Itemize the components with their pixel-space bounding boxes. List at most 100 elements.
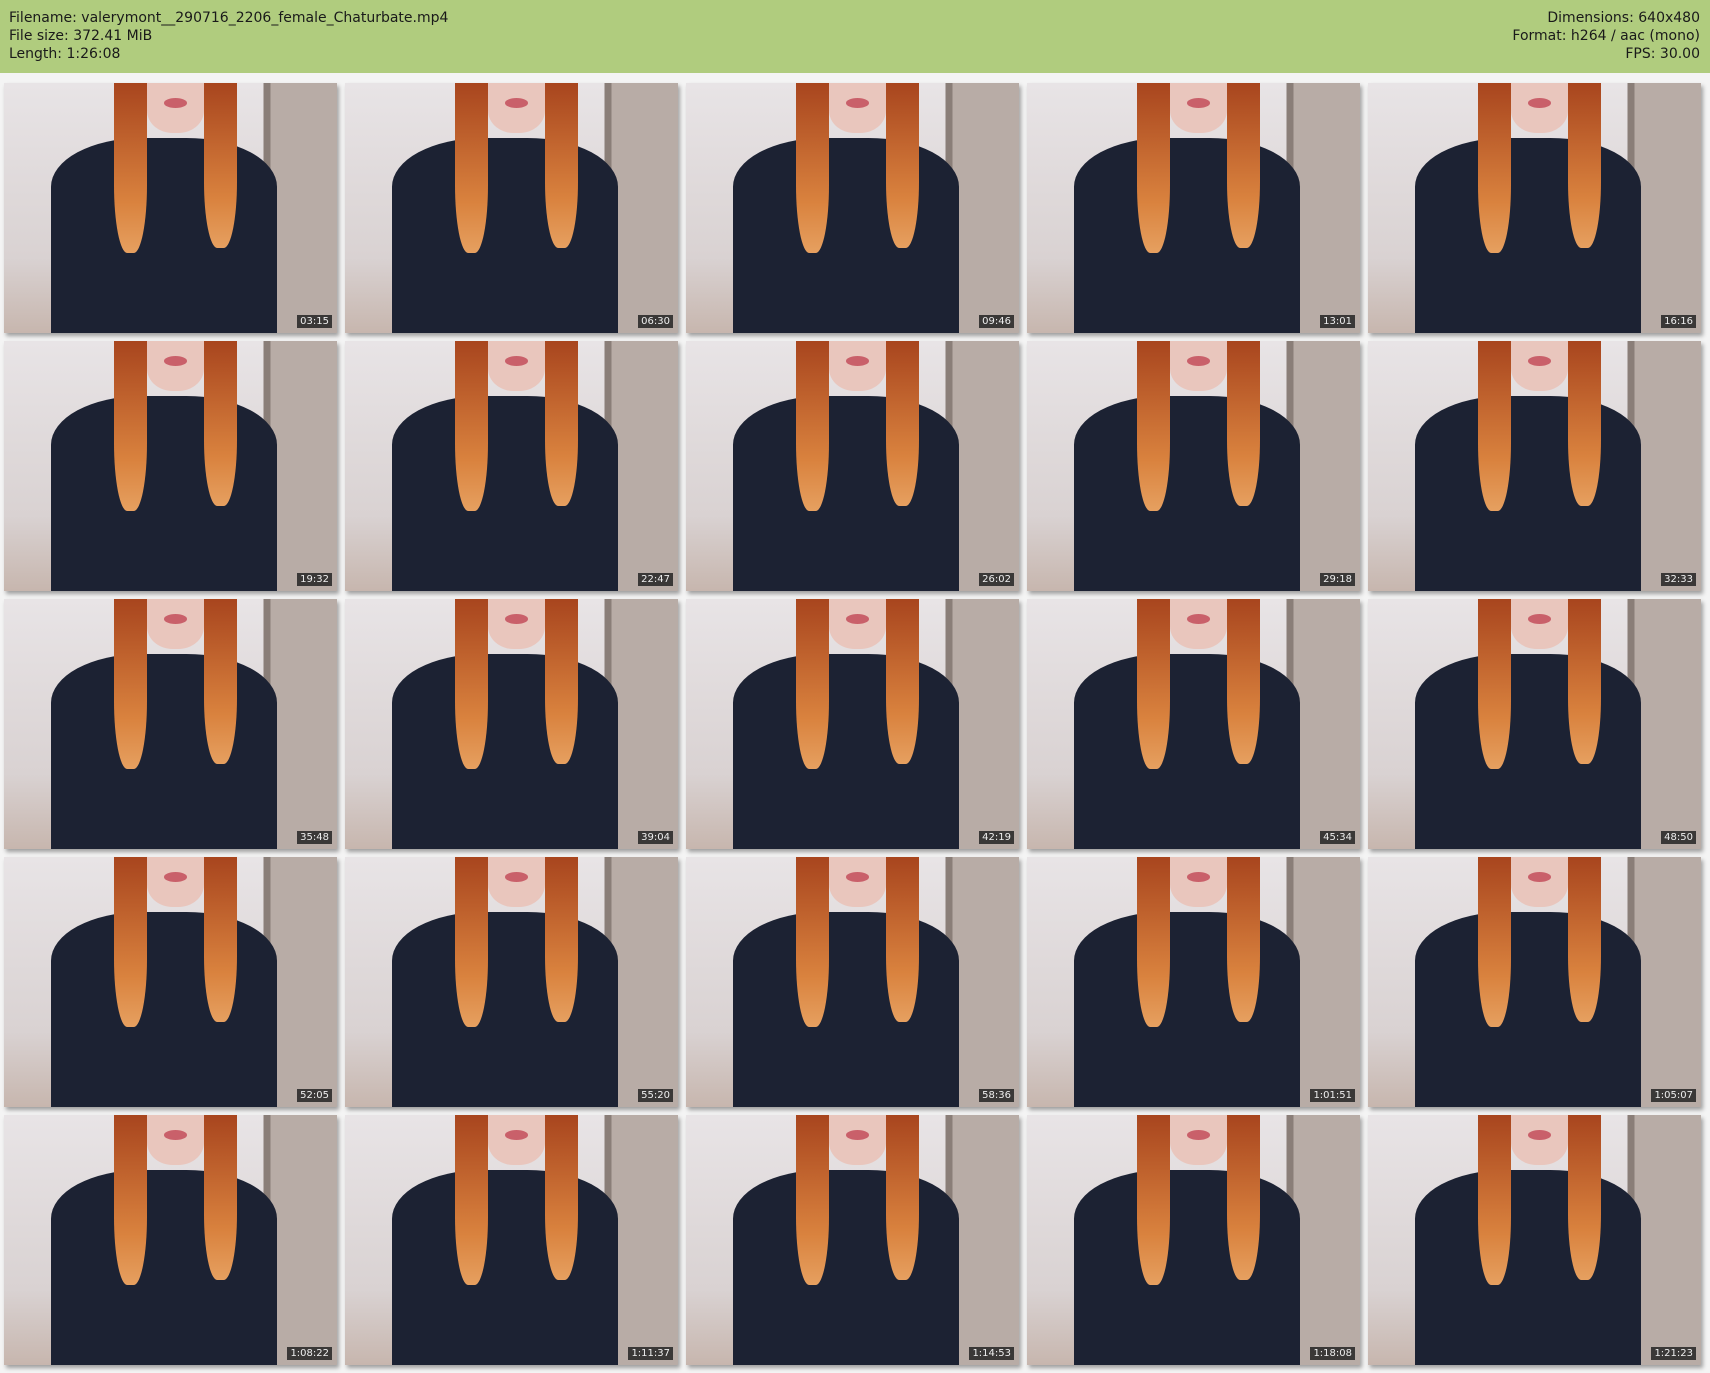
- thumbnail-image: [488, 341, 545, 391]
- thumbnail-image: [1073, 654, 1301, 849]
- thumbnail-image: [885, 857, 920, 1022]
- video-thumbnail[interactable]: 13:01: [1027, 83, 1360, 333]
- thumbnail-image: [50, 654, 278, 849]
- video-thumbnail[interactable]: 1:11:37: [345, 1115, 678, 1365]
- timestamp-label: 58:36: [979, 1089, 1014, 1102]
- video-thumbnail[interactable]: 39:04: [345, 599, 678, 849]
- timestamp-label: 32:33: [1661, 573, 1696, 586]
- file-info-left: Filename: valerymont__290716_2206_female…: [9, 9, 448, 63]
- thumbnail-image: [163, 1130, 188, 1140]
- thumbnail-image: [1567, 83, 1602, 248]
- video-thumbnail[interactable]: 48:50: [1368, 599, 1701, 849]
- video-thumbnail[interactable]: 55:20: [345, 857, 678, 1107]
- video-thumbnail[interactable]: 52:05: [4, 857, 337, 1107]
- thumbnail-image: [845, 614, 870, 624]
- thumbnail-image: [454, 857, 489, 1027]
- video-thumbnail[interactable]: 35:48: [4, 599, 337, 849]
- timestamp-label: 1:11:37: [628, 1347, 673, 1360]
- thumbnail-image: [1567, 857, 1602, 1022]
- thumbnail-image: [1226, 599, 1261, 764]
- thumbnail-image: [147, 1115, 204, 1165]
- thumbnail-image: [203, 1115, 238, 1280]
- timestamp-label: 35:48: [297, 831, 332, 844]
- thumbnail-image: [113, 857, 148, 1027]
- thumbnail-image: [1477, 83, 1512, 253]
- thumbnail-image: [454, 599, 489, 769]
- timestamp-label: 26:02: [979, 573, 1014, 586]
- thumbnail-image: [488, 857, 545, 907]
- thumbnail-image: [1073, 1170, 1301, 1365]
- thumbnail-image: [885, 83, 920, 248]
- thumbnail-image: [795, 341, 830, 511]
- video-thumbnail[interactable]: 29:18: [1027, 341, 1360, 591]
- video-thumbnail[interactable]: 03:15: [4, 83, 337, 333]
- thumbnail-image: [544, 83, 579, 248]
- video-thumbnail[interactable]: 1:21:23: [1368, 1115, 1701, 1365]
- video-thumbnail[interactable]: 1:14:53: [686, 1115, 1019, 1365]
- thumbnail-image: [544, 599, 579, 764]
- timestamp-label: 19:32: [297, 573, 332, 586]
- thumbnail-image: [1226, 1115, 1261, 1280]
- thumbnail-image: [1170, 599, 1227, 649]
- timestamp-label: 09:46: [979, 315, 1014, 328]
- video-thumbnail[interactable]: 1:05:07: [1368, 857, 1701, 1107]
- timestamp-label: 52:05: [297, 1089, 332, 1102]
- thumbnail-image: [1511, 83, 1568, 133]
- thumbnail-image: [391, 396, 619, 591]
- video-thumbnail[interactable]: 1:08:22: [4, 1115, 337, 1365]
- video-thumbnail[interactable]: 42:19: [686, 599, 1019, 849]
- video-thumbnail[interactable]: 1:01:51: [1027, 857, 1360, 1107]
- thumbnail-image: [1170, 857, 1227, 907]
- video-thumbnail[interactable]: 45:34: [1027, 599, 1360, 849]
- thumbnail-image: [829, 599, 886, 649]
- thumbnail-image: [845, 98, 870, 108]
- thumbnail-image: [1511, 599, 1568, 649]
- timestamp-label: 16:16: [1661, 315, 1696, 328]
- thumbnail-image: [1226, 341, 1261, 506]
- video-thumbnail[interactable]: 06:30: [345, 83, 678, 333]
- info-header: Filename: valerymont__290716_2206_female…: [0, 0, 1710, 73]
- thumbnail-image: [163, 98, 188, 108]
- thumbnail-image: [1477, 341, 1512, 511]
- thumbnail-image: [1527, 98, 1552, 108]
- thumbnail-image: [391, 1170, 619, 1365]
- thumbnail-image: [1186, 356, 1211, 366]
- thumbnail-image: [1136, 1115, 1171, 1285]
- thumbnail-image: [829, 1115, 886, 1165]
- thumbnail-image: [544, 857, 579, 1022]
- thumbnail-image: [1136, 599, 1171, 769]
- timestamp-label: 1:14:53: [969, 1347, 1014, 1360]
- timestamp-label: 1:08:22: [287, 1347, 332, 1360]
- thumbnail-image: [1186, 872, 1211, 882]
- thumbnail-image: [795, 599, 830, 769]
- video-thumbnail[interactable]: 58:36: [686, 857, 1019, 1107]
- length-text: Length: 1:26:08: [9, 46, 121, 62]
- thumbnail-image: [845, 356, 870, 366]
- timestamp-label: 42:19: [979, 831, 1014, 844]
- thumbnail-image: [504, 98, 529, 108]
- timestamp-label: 03:15: [297, 315, 332, 328]
- thumbnail-image: [504, 356, 529, 366]
- video-thumbnail[interactable]: 32:33: [1368, 341, 1701, 591]
- thumbnail-image: [1186, 1130, 1211, 1140]
- video-thumbnail[interactable]: 19:32: [4, 341, 337, 591]
- video-thumbnail[interactable]: 16:16: [1368, 83, 1701, 333]
- thumbnail-image: [885, 1115, 920, 1280]
- video-thumbnail[interactable]: 26:02: [686, 341, 1019, 591]
- thumbnail-image: [488, 83, 545, 133]
- thumbnail-image: [50, 138, 278, 333]
- thumbnail-image: [1477, 1115, 1512, 1285]
- thumbnail-image: [203, 83, 238, 248]
- video-thumbnail[interactable]: 1:18:08: [1027, 1115, 1360, 1365]
- thumbnail-image: [1073, 396, 1301, 591]
- thumbnail-image: [1511, 341, 1568, 391]
- thumbnail-image: [1567, 341, 1602, 506]
- timestamp-label: 48:50: [1661, 831, 1696, 844]
- video-thumbnail[interactable]: 22:47: [345, 341, 678, 591]
- thumbnail-image: [1477, 857, 1512, 1027]
- thumbnail-image: [885, 341, 920, 506]
- thumbnail-image: [391, 654, 619, 849]
- thumbnail-image: [1414, 396, 1642, 591]
- video-thumbnail[interactable]: 09:46: [686, 83, 1019, 333]
- thumbnail-image: [1527, 1130, 1552, 1140]
